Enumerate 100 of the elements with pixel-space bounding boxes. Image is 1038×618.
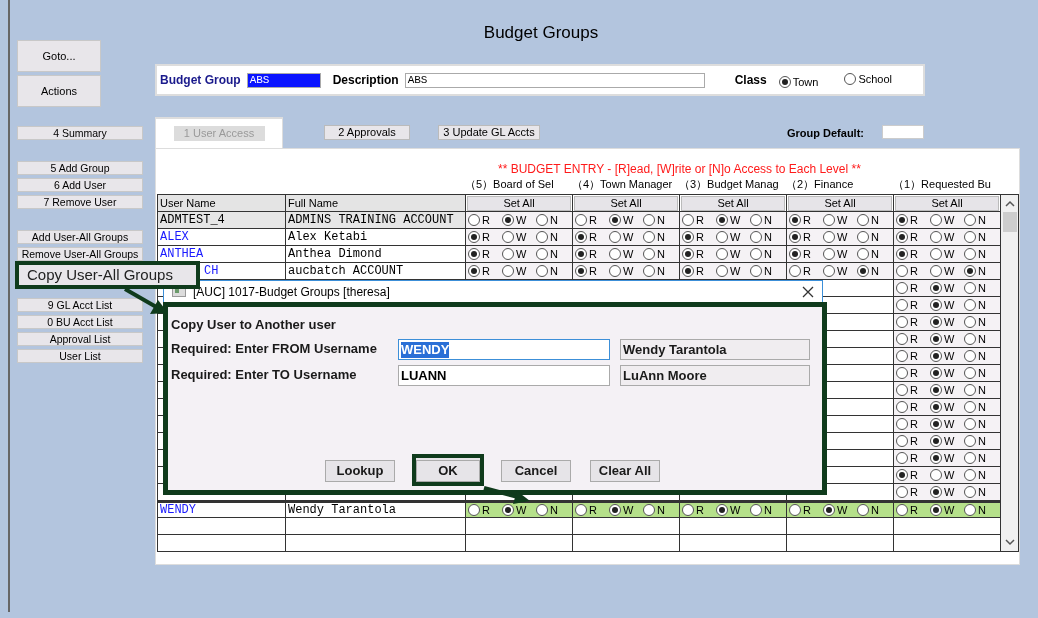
radio-button[interactable]: W [609,265,634,277]
dialog-button[interactable]: Cancel [501,459,571,482]
chevron-up-icon[interactable] [1004,200,1015,208]
dialog-button[interactable]: Clear All [590,459,660,482]
tab[interactable]: 3 Update GL Accts [438,125,540,140]
set-all-button[interactable]: Set All [681,195,785,211]
table-cell[interactable]: WENDY [160,504,196,516]
sidebar-button[interactable]: User List [17,349,143,363]
table-cell[interactable]: CH [204,265,219,277]
radio-button[interactable]: W [823,265,848,277]
radio-button[interactable]: W [930,333,955,345]
set-all-button[interactable]: Set All [788,195,892,211]
scrollbar-thumb[interactable] [1002,212,1017,232]
radio-button[interactable]: W [930,384,955,396]
radio-button[interactable]: W [716,504,741,516]
column-header: User Name [160,195,216,211]
column-heading: （2）Finance [786,177,854,190]
set-all-button[interactable]: Set All [574,195,678,211]
sidebar-button[interactable]: 6 Add User [17,178,143,192]
radio-button[interactable]: W [930,418,955,430]
dialog-button[interactable]: Lookup [325,459,395,482]
radio-button[interactable]: W [930,282,955,294]
radio-button[interactable]: W [930,248,955,260]
radio-button[interactable]: W [930,350,955,362]
radio-button[interactable]: W [823,231,848,243]
field-label: Group Default: [787,126,864,141]
column-heading: （5）Board of Sel [465,177,554,190]
field-label: Required: Enter FROM Username [171,340,378,358]
radio-button[interactable]: W [716,265,741,277]
sidebar-button[interactable]: Approval List [17,332,143,346]
table-cell: aucbatch ACCOUNT [288,265,404,277]
radio-button[interactable]: W [609,231,634,243]
radio-button[interactable]: W [716,214,741,226]
sidebar-button[interactable]: 4 Summary [17,126,143,140]
radio-button[interactable]: W [930,452,955,464]
radio-button[interactable]: W [502,248,527,260]
radio-button[interactable]: W [823,504,848,516]
radio-button[interactable]: W [930,401,955,413]
radio-button[interactable]: W [609,214,634,226]
text-field[interactable]: ABS [404,72,705,88]
radio-button[interactable]: W [930,486,955,498]
column-heading: （1）Requested Bu [893,177,991,190]
sidebar-button[interactable]: Actions [17,75,101,107]
column-heading: （4）Town Manager [572,177,673,190]
tab[interactable]: 2 Approvals [324,125,410,140]
radio-button[interactable]: W [502,265,527,277]
dialog-button[interactable]: OK [416,459,480,482]
radio-button[interactable]: W [716,248,741,260]
chevron-down-icon[interactable] [1004,538,1015,546]
sidebar-button[interactable]: Add User-All Groups [17,230,143,244]
sidebar-button[interactable]: 7 Remove User [17,195,143,209]
radio-button[interactable]: W [823,248,848,260]
radio-button[interactable]: W [930,231,955,243]
set-all-button[interactable]: Set All [467,195,571,211]
name-display: Wendy Tarantola [620,339,810,360]
set-all-button[interactable]: Set All [895,195,999,211]
table-cell: Wendy Tarantola [288,504,397,516]
name-display: LuAnn Moore [620,365,810,386]
table-cell: Alex Ketabi [288,231,368,243]
callout-label: Copy User-All Groups [15,261,200,289]
radio-button[interactable]: W [823,214,848,226]
radio-button[interactable]: W [502,504,527,516]
radio-button[interactable]: W [609,504,634,516]
column-heading: （3）Budget Manag [679,177,779,190]
notice-text: ** BUDGET ENTRY - [R]ead, [W]rite or [N]o Access to Each Level ** [498,162,861,176]
radio-button[interactable]: W [609,248,634,260]
field-label: Class [734,72,767,89]
radio-button[interactable]: W [930,316,955,328]
radio-button[interactable]: School [844,73,893,85]
radio-button[interactable]: Town [778,76,819,88]
radio-button[interactable]: W [502,231,527,243]
radio-button[interactable]: W [930,435,955,447]
column-header: Full Name [288,195,339,211]
text-field[interactable] [882,125,924,139]
sidebar-button[interactable]: Goto... [17,40,101,72]
table-cell[interactable]: ANTHEA [160,248,204,260]
radio-button[interactable]: W [930,469,955,481]
radio-button[interactable]: W [930,367,955,379]
text-field[interactable]: ABS [246,72,321,88]
sidebar-button[interactable]: 5 Add Group [17,161,143,175]
field-label: Description [332,72,399,89]
sidebar-button[interactable]: Remove User-All Groups [17,247,143,261]
radio-button[interactable]: W [930,504,955,516]
table-cell: Anthea Dimond [288,248,382,260]
table-cell: ADMINS TRAINING ACCOUNT [288,214,454,226]
sidebar-button[interactable]: 0 BU Acct List [17,315,143,329]
text-field[interactable]: LUANN [398,365,610,386]
text-field[interactable]: WENDY [398,339,610,360]
table-cell[interactable]: ALEX [160,231,189,243]
radio-button[interactable]: W [716,231,741,243]
radio-button[interactable]: W [930,299,955,311]
field-label: Required: Enter TO Username [171,366,358,384]
dialog-heading: Copy User to Another user [171,316,337,333]
radio-button[interactable]: W [502,214,527,226]
radio-button[interactable]: W [930,265,955,277]
scrollbar[interactable] [1001,194,1019,552]
close-icon[interactable] [802,285,814,298]
field-label: Budget Group [160,72,241,89]
sidebar-button[interactable]: 9 GL Acct List [17,298,143,312]
radio-button[interactable]: W [930,214,955,226]
